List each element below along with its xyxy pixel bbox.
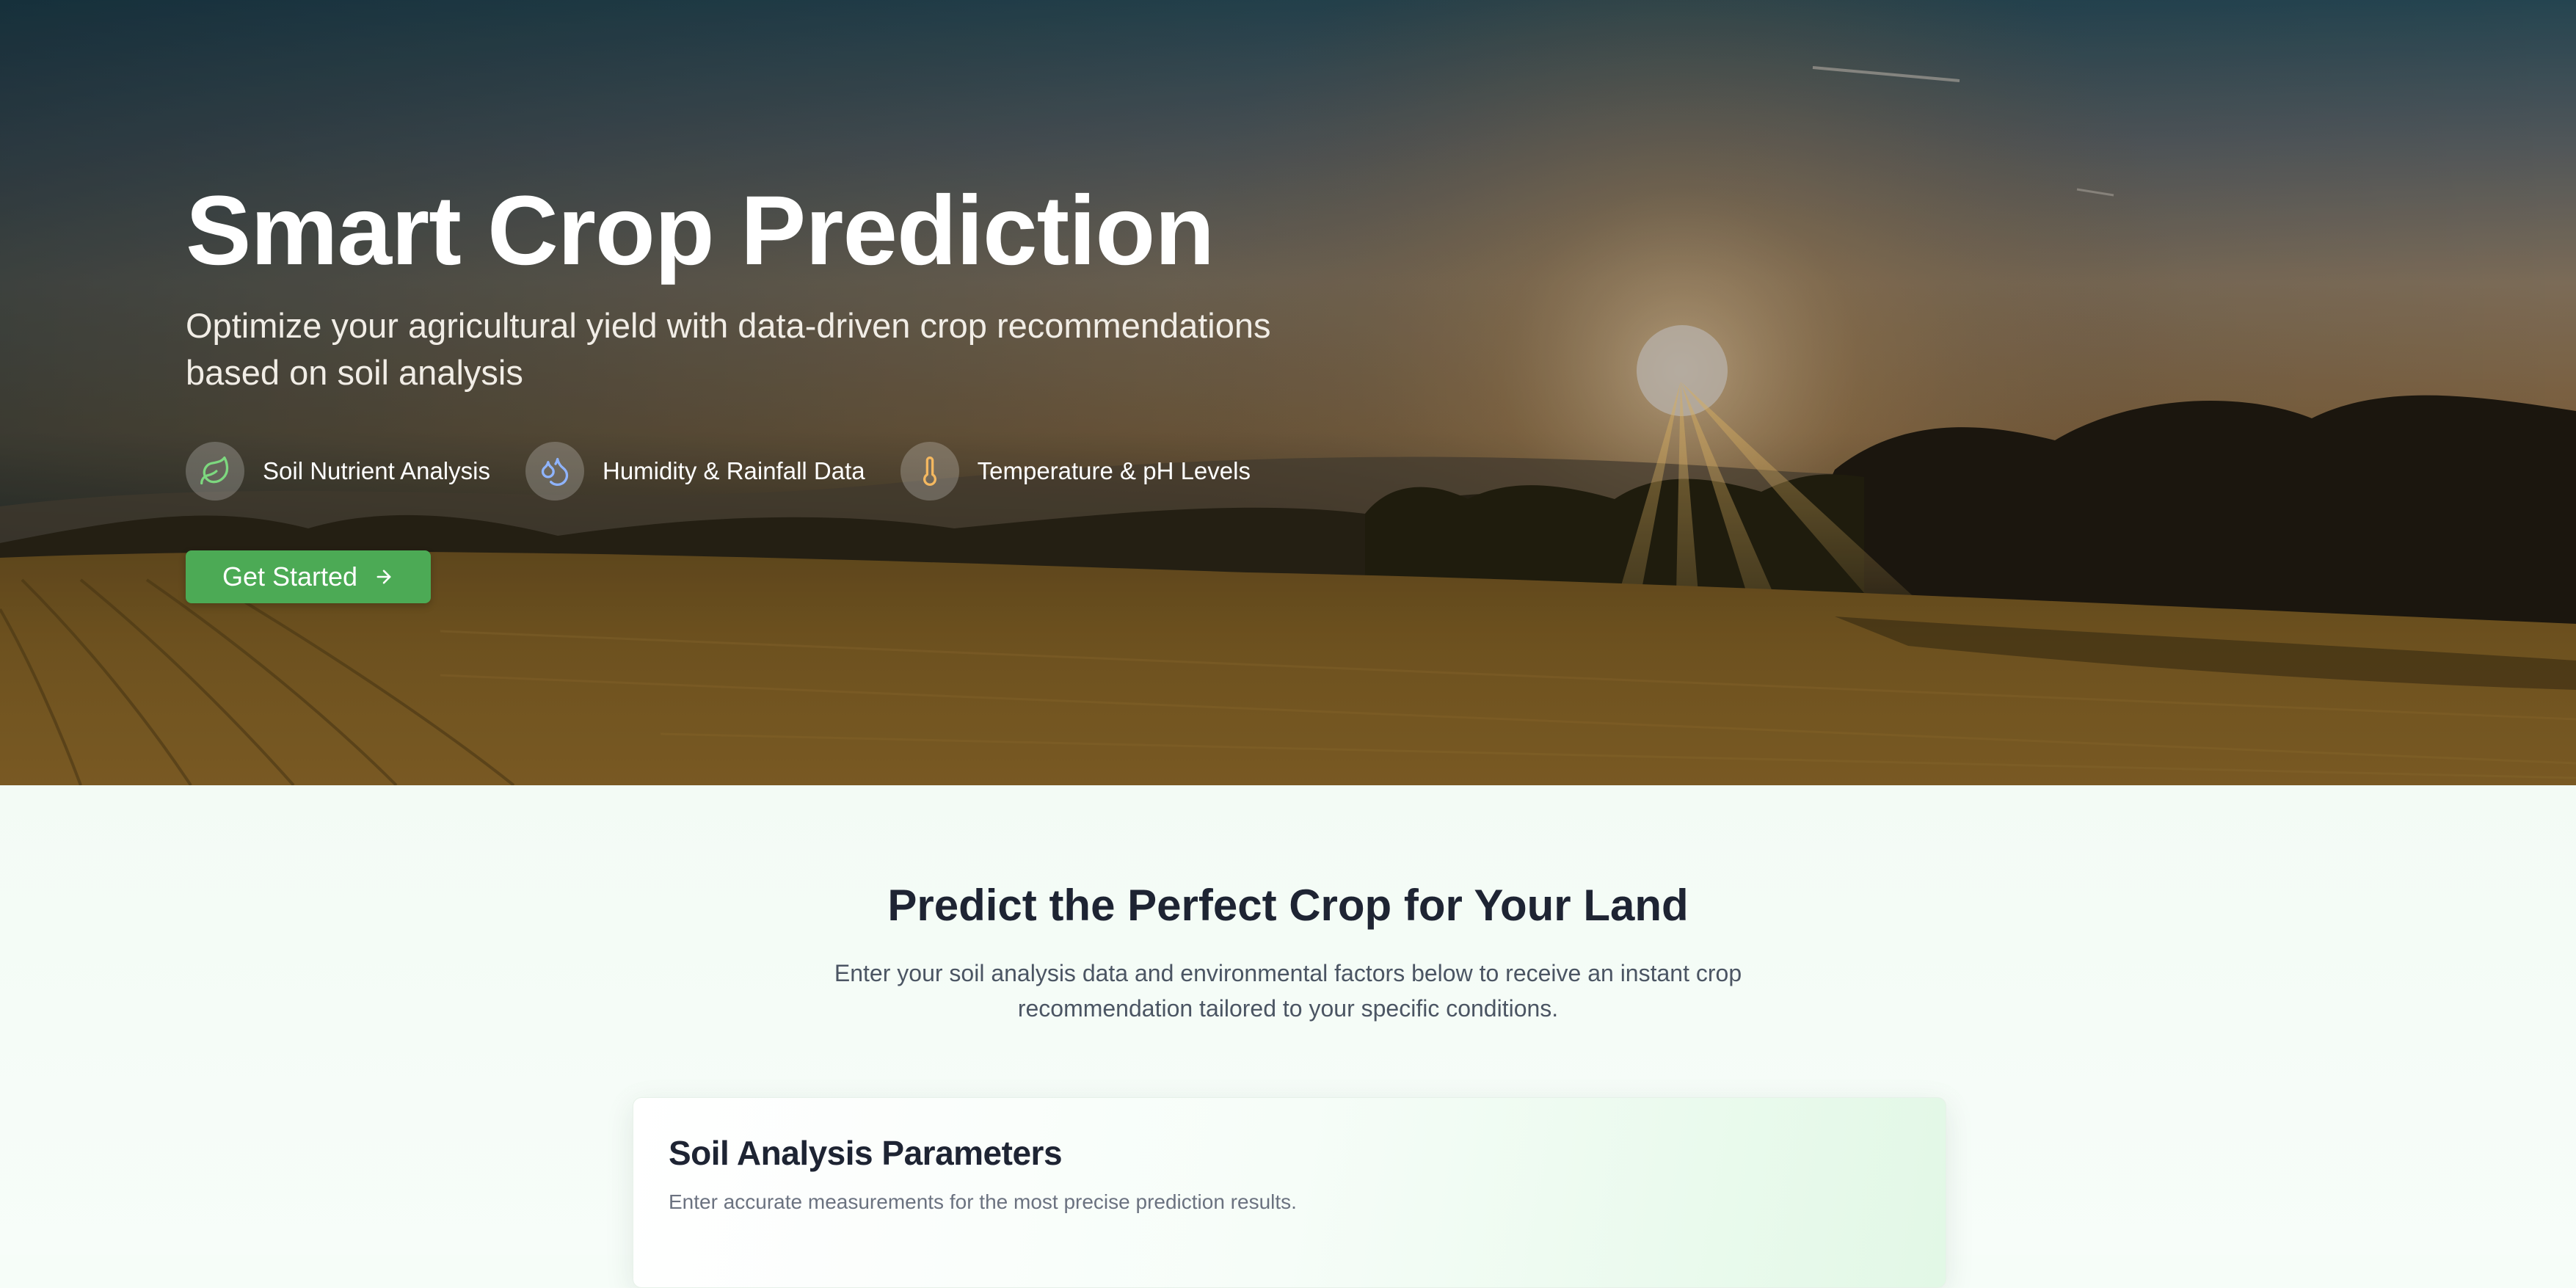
water-drops-icon: [525, 442, 584, 501]
section-title: Predict the Perfect Crop for Your Land: [887, 881, 1689, 930]
thermometer-icon: [900, 442, 959, 501]
hero-subtitle: Optimize your agricultural yield with da…: [186, 306, 1271, 392]
hero-title: Smart Crop Prediction: [186, 176, 1215, 285]
get-started-label: Get Started: [222, 561, 358, 592]
feature-label: Soil Nutrient Analysis: [263, 457, 490, 484]
hero-content: Smart Crop Prediction Optimize your agri…: [186, 176, 1360, 603]
feature-soil-nutrient: Soil Nutrient Analysis: [186, 442, 490, 501]
get-started-button[interactable]: Get Started: [186, 550, 431, 603]
card-title: Soil Analysis Parameters: [669, 1134, 1063, 1172]
feature-temperature-ph: Temperature & pH Levels: [900, 442, 1251, 501]
section-description: Enter your soil analysis data and enviro…: [834, 960, 1742, 1022]
feature-humidity-rainfall: Humidity & Rainfall Data: [525, 442, 865, 501]
soil-analysis-card: Soil Analysis Parameters Enter accurate …: [633, 1097, 1946, 1288]
card-description: Enter accurate measurements for the most…: [669, 1190, 1297, 1213]
prediction-section: Predict the Perfect Crop for Your Land E…: [0, 785, 2576, 1288]
feature-list: Soil Nutrient Analysis Humidity & Rainfa…: [186, 442, 1360, 501]
leaf-icon: [186, 442, 244, 501]
feature-label: Humidity & Rainfall Data: [602, 457, 865, 484]
arrow-right-icon: [374, 567, 394, 587]
feature-label: Temperature & pH Levels: [977, 457, 1251, 484]
hero-banner: Smart Crop Prediction Optimize your agri…: [0, 0, 2576, 785]
